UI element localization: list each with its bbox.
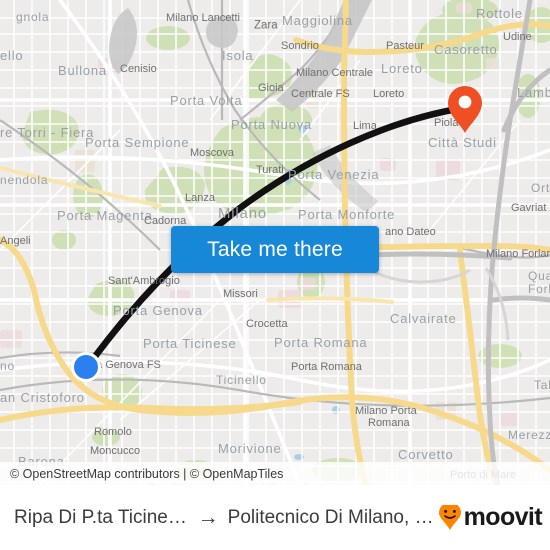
- map-label: Angeli: [0, 235, 31, 247]
- map-label: Merezza: [508, 428, 550, 442]
- map-label: Zara: [254, 20, 278, 32]
- moovit-logo[interactable]: moovit: [438, 503, 543, 531]
- map-label: Sant'Ambrogio: [108, 275, 180, 287]
- map-label: Loreto: [373, 88, 404, 100]
- map-attribution: © OpenStreetMap contributors | © OpenMap…: [0, 462, 550, 485]
- map-label: Moscova: [190, 147, 235, 159]
- route-origin-label: Ripa Di P.ta Ticinese ...: [14, 506, 189, 528]
- map-label: Porta Venezia: [288, 167, 379, 182]
- map-label: Qua: [528, 269, 550, 283]
- route-footer: Ripa Di P.ta Ticinese ... → Politecnico …: [0, 485, 550, 550]
- map-label: Corvetto: [398, 447, 454, 462]
- map-label: no: [0, 359, 15, 373]
- map-label: Lambr: [517, 85, 550, 100]
- map-label: Missori: [223, 288, 258, 300]
- map-label: Moncucco: [90, 445, 140, 457]
- map-attribution-text: © OpenStreetMap contributors | © OpenMap…: [10, 466, 284, 481]
- map-label: Loreto: [381, 61, 423, 76]
- map-label: Porta Romana: [291, 361, 363, 373]
- map-label: Lima: [353, 120, 378, 132]
- map-label: Gioia: [258, 82, 285, 94]
- moovit-map-screen: gnola Milano Lancetti Zara Maggiolina Rottol…: [0, 0, 550, 550]
- map-label: gnola: [16, 10, 49, 24]
- take-me-there-button[interactable]: Take me there: [171, 226, 379, 273]
- map-label: Romana: [368, 417, 410, 429]
- map-label: Gavriat: [511, 202, 546, 214]
- map-label: Calvairate: [390, 311, 457, 326]
- map-label: Forl: [528, 282, 550, 296]
- map-label: Porta Ticinese: [143, 336, 237, 351]
- map-label: re Torri - Fiera: [0, 125, 94, 140]
- route-destination-label: Politecnico Di Milano, Sede...: [227, 506, 434, 528]
- map-label: Turati: [256, 164, 284, 176]
- map-canvas[interactable]: gnola Milano Lancetti Zara Maggiolina Rottol…: [0, 0, 550, 485]
- map-label: Porta Volta: [170, 93, 242, 108]
- moovit-wordmark: moovit: [463, 503, 543, 531]
- map-label: an Cristoforo: [0, 390, 85, 405]
- map-label: Porta Genova: [113, 303, 203, 318]
- map-label: Udine: [503, 31, 532, 43]
- map-label: Porta Romana: [274, 335, 367, 350]
- origin-dot: [71, 352, 101, 382]
- map-label: nendola: [0, 173, 48, 187]
- map-label: Casoretto: [434, 42, 498, 57]
- map-label: Porta Nuova: [231, 117, 312, 132]
- map-label: Romolo: [94, 426, 132, 438]
- map-label: Rottole: [476, 6, 523, 21]
- map-label: Città Studi: [428, 135, 497, 150]
- map-label: ello: [0, 48, 23, 63]
- moovit-pin-icon: [438, 504, 461, 530]
- map-label: Orti: [531, 181, 550, 195]
- map-label: Tali: [534, 378, 550, 392]
- map-label: Lanza: [185, 192, 216, 204]
- route-summary: Ripa Di P.ta Ticinese ... → Politecnico …: [14, 507, 434, 529]
- map-label: Crocetta: [246, 318, 288, 330]
- map-label: Porta Monforte: [298, 207, 395, 222]
- map-label: ano Dateo: [385, 226, 436, 238]
- take-me-there-label: Take me there: [207, 238, 343, 261]
- map-label: Pasteur: [386, 40, 424, 52]
- map-label: Milano Lancetti: [166, 12, 240, 24]
- map-label: ta Genova FS: [93, 359, 161, 371]
- arrow-right-icon: →: [197, 506, 219, 529]
- map-label: Milano Centrale: [296, 67, 373, 79]
- map-label: Isola: [222, 48, 253, 63]
- map-label: Ticinello: [216, 373, 267, 387]
- map-label: Milano: [218, 205, 267, 222]
- map-label: Porta Magenta: [57, 208, 153, 223]
- map-label: Morivione: [218, 441, 282, 456]
- map-label: Cenisio: [120, 63, 157, 75]
- map-label: Milano Porta: [355, 405, 418, 417]
- map-label: Porta Sempione: [85, 135, 189, 150]
- map-label: Maggiolina: [282, 13, 353, 28]
- map-label: Centrale FS: [291, 88, 350, 100]
- map-label: Sondrio: [281, 40, 319, 52]
- map-label: Milano Forlanini: [486, 248, 550, 260]
- map-label: Bullona: [58, 63, 107, 78]
